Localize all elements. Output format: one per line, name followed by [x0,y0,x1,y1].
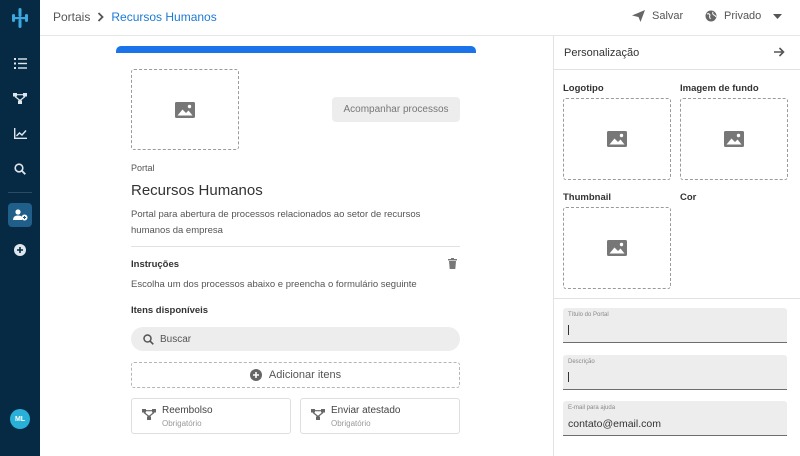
search-icon [14,163,26,175]
item-name: Reembolso [162,405,213,416]
save-button[interactable]: Salvar [632,10,683,22]
logo-label: Logotipo [563,83,604,94]
sidebar: ML [0,0,40,456]
arrow-right-icon[interactable] [774,47,785,57]
caret-down-icon [773,13,783,19]
search-placeholder: Buscar [160,333,192,345]
nav-reports-button[interactable] [8,121,32,145]
nav-tasks-button[interactable] [8,51,32,75]
follow-processes-button[interactable]: Acompanhar processos [332,97,460,122]
app-logo-icon[interactable] [11,8,29,28]
field-label: E-mail para ajuda [568,405,616,411]
add-circle-icon [14,244,26,256]
text-caret [568,325,569,335]
send-icon [632,10,645,22]
item-card-reembolso[interactable]: Reembolso Obrigatório [131,398,291,434]
chevron-right-icon [97,12,105,22]
item-status: Obrigatório [331,419,371,428]
portal-title-field[interactable]: Título do Portal [563,308,787,343]
image-icon [607,131,627,147]
panel-divider [553,298,800,299]
flow-icon [13,92,27,104]
field-label: Descrição [568,359,595,365]
trash-icon[interactable] [448,258,457,269]
portal-user-icon [12,209,27,221]
globe-icon [705,10,717,22]
tasks-icon [13,57,27,69]
add-circle-icon [249,369,262,381]
instructions-text: Escolha um dos processos abaixo e preenc… [131,279,417,290]
breadcrumb: Portais Recursos Humanos [53,10,217,24]
text-caret [568,372,569,382]
visibility-dropdown[interactable]: Privado [705,10,783,22]
save-label: Salvar [652,10,684,22]
portal-type-label: Portal [131,163,155,173]
divider [131,246,460,247]
top-bar: Portais Recursos Humanos Salvar Privado [40,0,800,36]
sidebar-divider [8,192,32,193]
add-items-button[interactable]: Adicionar itens [131,362,460,388]
flow-icon [142,409,156,420]
breadcrumb-root[interactable]: Portais [53,10,90,24]
portal-title: Recursos Humanos [131,182,263,199]
image-icon [607,240,627,256]
chart-icon [13,127,27,139]
item-name: Enviar atestado [331,405,401,416]
help-email-field[interactable]: E-mail para ajuda contato@email.com [563,401,787,436]
panel-title: Personalização [564,47,640,59]
available-items-title: Itens disponíveis [131,305,209,316]
items-search-input[interactable]: Buscar [131,327,460,351]
nav-search-button[interactable] [8,157,32,181]
nav-flows-button[interactable] [8,86,32,110]
field-value: contato@email.com [568,418,661,430]
item-status: Obrigatório [162,419,202,428]
user-avatar[interactable]: ML [10,409,30,429]
image-icon [175,101,195,118]
background-image-label: Imagem de fundo [680,83,759,94]
panel-header: Personalização [554,36,800,70]
search-icon [143,333,154,345]
field-label: Título do Portal [568,312,609,318]
portal-description: Portal para abertura de processos relaci… [131,209,421,236]
nav-portals-button[interactable] [8,203,32,227]
thumbnail-label: Thumbnail [563,192,612,203]
visibility-label: Privado [724,10,762,22]
logo-upload[interactable] [563,98,671,180]
background-image-upload[interactable] [680,98,788,180]
portal-logo-upload[interactable] [131,69,239,150]
flow-icon [311,409,325,420]
breadcrumb-current: Recursos Humanos [111,10,217,24]
add-items-label: Adicionar itens [268,369,342,381]
nav-create-button[interactable] [8,238,32,262]
item-card-enviar-atestado[interactable]: Enviar atestado Obrigatório [300,398,460,434]
description-field[interactable]: Descrição [563,355,787,390]
instructions-title: Instruções [131,259,180,270]
portal-card-accent [116,46,476,53]
image-icon [724,131,744,147]
thumbnail-upload[interactable] [563,207,671,289]
color-label: Cor [680,192,697,203]
